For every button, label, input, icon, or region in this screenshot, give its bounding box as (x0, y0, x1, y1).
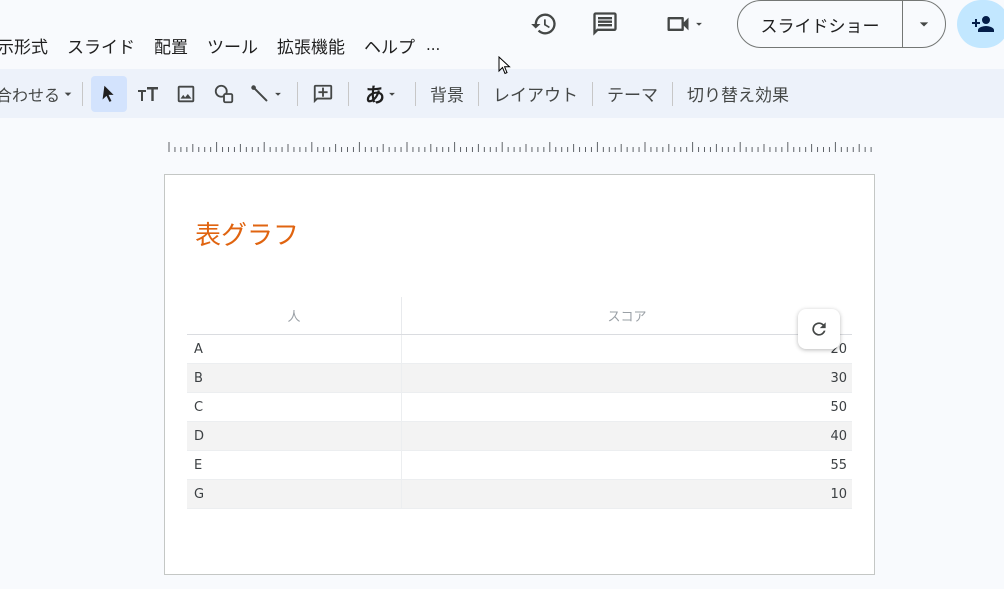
shape-tool-button[interactable] (207, 76, 241, 112)
cell-name: C (187, 392, 402, 422)
menu-slide[interactable]: スライド (67, 33, 135, 58)
menu-tools[interactable]: ツール (207, 33, 258, 58)
cell-name: G (187, 479, 402, 509)
divider (415, 81, 417, 106)
cell-name: A (187, 334, 402, 364)
chevron-down-icon (389, 92, 395, 96)
refresh-icon (812, 322, 826, 336)
line-icon (251, 84, 268, 101)
menu-extensions[interactable]: 拡張機能 (277, 33, 345, 58)
add-comment-button[interactable] (306, 76, 340, 112)
select-tool-button[interactable] (91, 75, 128, 112)
column-header-person: 人 (187, 297, 402, 335)
cell-score: 30 (401, 363, 852, 393)
menu-more[interactable]: ... (426, 36, 440, 54)
cell-score: 10 (401, 479, 852, 509)
chevron-down-icon (275, 92, 281, 96)
slide-title[interactable]: 表グラフ (195, 215, 299, 252)
table-header-row: 人 スコア (187, 297, 852, 335)
menu-bar: 示形式 スライド 配置 ツール 拡張機能 ヘルプ ... (0, 33, 440, 58)
add-comment-icon (313, 84, 333, 103)
table-row: A 20 (187, 334, 852, 364)
divider (348, 81, 350, 106)
column-header-score: スコア (401, 297, 852, 335)
line-tool-button[interactable] (245, 76, 289, 112)
toolbar: 合わせる あ 背景 レイアウト テーマ 切り替え効果 (0, 69, 1004, 118)
history-icon[interactable] (528, 8, 560, 40)
cell-score: 40 (401, 421, 852, 451)
insert-image-button[interactable] (169, 76, 203, 112)
chevron-down-icon (64, 92, 72, 96)
chevron-down-icon (919, 22, 929, 27)
layout-button[interactable]: レイアウト (485, 81, 586, 106)
divider (297, 81, 299, 106)
cell-name: B (187, 363, 402, 393)
cell-name: D (187, 421, 402, 451)
cell-score: 50 (401, 392, 852, 422)
cell-score: 55 (401, 450, 852, 480)
divider (672, 81, 674, 106)
slide[interactable]: 表グラフ 人 スコア A 20 B 30 C 50 D 40 E 55 G 10 (164, 174, 875, 575)
transition-button[interactable]: 切り替え効果 (679, 81, 797, 106)
refresh-chart-button[interactable] (798, 309, 840, 349)
chevron-down-icon (696, 22, 702, 26)
table-row: B 30 (187, 363, 852, 393)
comment-icon[interactable] (589, 8, 621, 40)
input-tools-glyph: あ (365, 83, 386, 107)
divider (478, 81, 480, 106)
image-icon (177, 85, 195, 102)
cell-score: 20 (401, 334, 852, 364)
background-button[interactable]: 背景 (422, 81, 472, 106)
table-row: G 10 (187, 479, 852, 509)
input-tools-button[interactable]: あ (357, 76, 407, 112)
cursor-arrow-icon (102, 85, 114, 102)
horizontal-ruler[interactable] (168, 142, 874, 152)
theme-button[interactable]: テーマ (599, 81, 666, 106)
data-table[interactable]: 人 スコア A 20 B 30 C 50 D 40 E 55 G 10 (187, 297, 852, 509)
table-row: D 40 (187, 421, 852, 451)
menu-format[interactable]: 示形式 (0, 33, 48, 58)
menu-arrange[interactable]: 配置 (154, 33, 188, 58)
menu-help[interactable]: ヘルプ (364, 33, 415, 58)
fit-zoom-select[interactable]: 合わせる (0, 82, 76, 106)
slideshow-button[interactable]: スライドショー (737, 0, 946, 48)
text-box-tool-button[interactable] (131, 76, 165, 112)
mouse-pointer-icon (498, 56, 511, 75)
text-box-icon (138, 86, 159, 101)
table-row: E 55 (187, 450, 852, 480)
table-row: C 50 (187, 392, 852, 422)
slideshow-dropdown[interactable] (903, 1, 945, 47)
slideshow-label[interactable]: スライドショー (738, 1, 903, 47)
person-add-icon (972, 16, 994, 32)
cell-name: E (187, 450, 402, 480)
shapes-icon (214, 84, 234, 103)
divider (82, 81, 84, 106)
fit-zoom-label: 合わせる (0, 85, 61, 105)
video-camera-icon[interactable] (656, 8, 714, 40)
share-button[interactable] (957, 0, 1004, 48)
divider (592, 81, 594, 106)
